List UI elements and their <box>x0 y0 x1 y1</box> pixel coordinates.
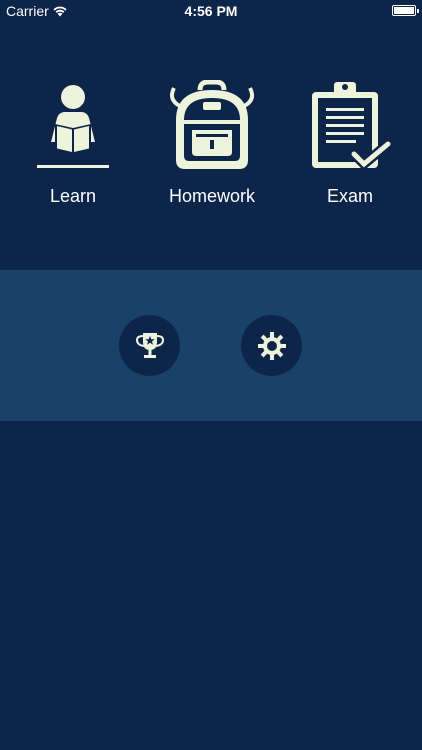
learn-label: Learn <box>49 186 97 206</box>
home-screen: Carrier 4:56 PM Learn Homework Exam <box>0 0 422 750</box>
clipboard-check-icon <box>312 82 392 171</box>
status-time: 4:56 PM <box>184 3 238 19</box>
gear-icon <box>257 331 286 360</box>
trophy-button[interactable] <box>119 315 180 376</box>
battery-level <box>394 7 414 14</box>
actions-band <box>0 270 422 421</box>
exam-label: Exam <box>326 186 373 206</box>
trophy-icon <box>135 332 164 358</box>
status-bar: Carrier 4:56 PM <box>0 0 422 22</box>
homework-button[interactable]: Homework <box>152 80 272 220</box>
homework-label: Homework <box>168 186 256 206</box>
reading-person-icon <box>37 85 109 168</box>
settings-button[interactable] <box>241 315 302 376</box>
main-menu: Learn Homework Exam <box>0 80 422 220</box>
backpack-icon <box>170 80 254 169</box>
battery-icon <box>392 5 419 16</box>
learn-button[interactable]: Learn <box>13 80 133 220</box>
exam-button[interactable]: Exam <box>290 80 410 220</box>
